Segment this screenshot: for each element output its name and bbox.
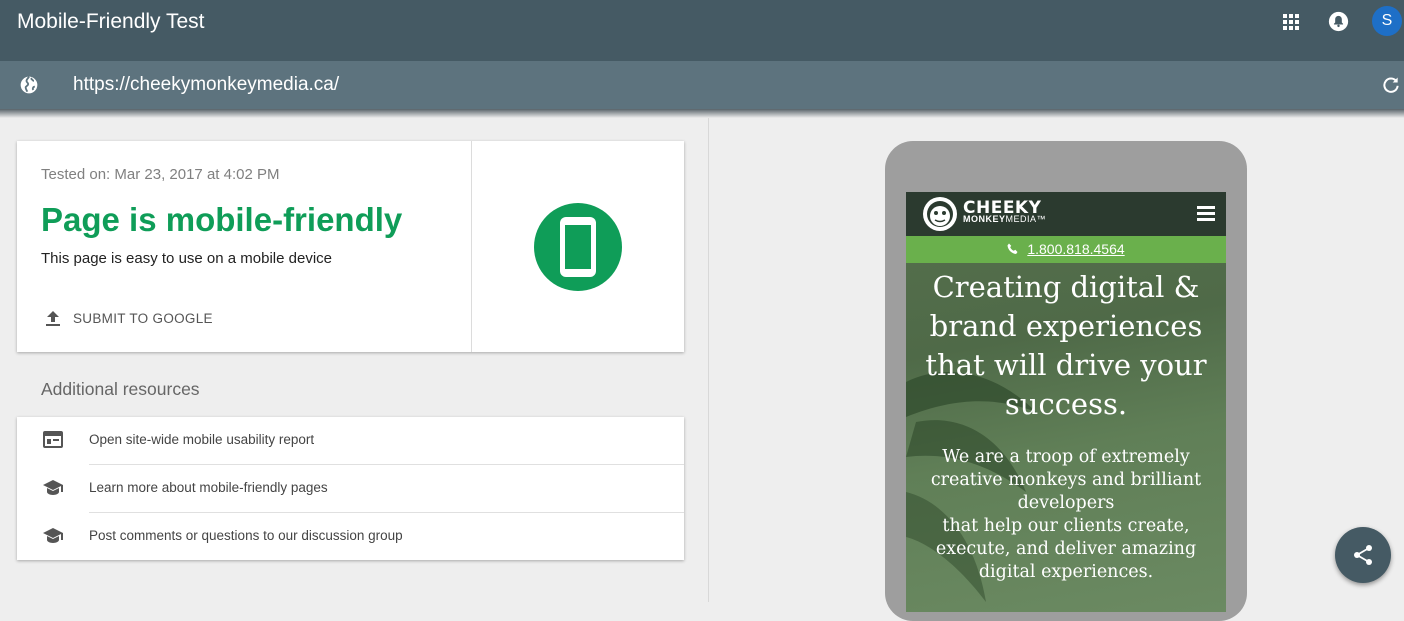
resources-list: Open site-wide mobile usability report L… xyxy=(17,417,684,560)
logo-wordmark-line2: MONKEYMEDIA™ xyxy=(963,214,1046,224)
hero-body: We are a troop of extremely creative mon… xyxy=(916,446,1216,584)
report-icon xyxy=(43,431,63,448)
logo-monkey-text: MONKEY xyxy=(963,214,1006,224)
list-item-label: Learn more about mobile-friendly pages xyxy=(89,480,328,495)
share-icon xyxy=(1354,545,1372,565)
apps-grid-icon[interactable] xyxy=(1283,14,1299,30)
tested-on-timestamp: Tested on: Mar 23, 2017 at 4:02 PM xyxy=(41,166,280,183)
submit-to-google-button[interactable]: SUBMIT TO GOOGLE xyxy=(41,307,213,331)
globe-icon xyxy=(20,76,38,94)
mobile-friendly-badge xyxy=(534,203,622,291)
list-item-learn-more[interactable]: Learn more about mobile-friendly pages xyxy=(17,465,684,513)
upload-icon xyxy=(46,311,60,326)
logo-media-text: MEDIA xyxy=(1005,214,1037,224)
notifications-icon[interactable] xyxy=(1328,11,1349,32)
school-icon xyxy=(43,528,63,543)
app-title: Mobile-Friendly Test xyxy=(17,10,205,33)
share-button[interactable] xyxy=(1335,527,1391,583)
card-divider xyxy=(471,141,472,352)
phone-number-bar: 1.800.818.4564 xyxy=(906,236,1226,263)
verdict-heading: Page is mobile-friendly xyxy=(41,201,403,238)
account-avatar[interactable]: S xyxy=(1372,6,1402,36)
site-header: CHEEKY MONKEYMEDIA™ xyxy=(906,192,1226,236)
hamburger-menu-icon[interactable] xyxy=(1197,206,1215,222)
verdict-description: This page is easy to use on a mobile dev… xyxy=(41,250,332,267)
reload-icon[interactable] xyxy=(1381,75,1401,95)
app-bar: Mobile-Friendly Test xyxy=(0,0,1404,61)
smartphone-icon xyxy=(560,217,596,277)
list-item-usability-report[interactable]: Open site-wide mobile usability report xyxy=(17,417,684,465)
list-item-discussion-group[interactable]: Post comments or questions to our discus… xyxy=(17,513,684,561)
phone-number-link[interactable]: 1.800.818.4564 xyxy=(1027,241,1124,257)
hero-title: Creating digital & brand experiences tha… xyxy=(925,270,1207,421)
school-icon xyxy=(43,480,63,495)
list-item-label: Open site-wide mobile usability report xyxy=(89,432,315,447)
url-input[interactable] xyxy=(73,72,1273,98)
hero-body-line-2: that help our clients create, execute, a… xyxy=(935,516,1197,582)
panel-divider xyxy=(708,118,709,602)
list-item-label: Post comments or questions to our discus… xyxy=(89,528,403,543)
hero-body-line-1: We are a troop of extremely creative mon… xyxy=(930,447,1202,513)
additional-resources-heading: Additional resources xyxy=(41,379,200,399)
submit-label: SUBMIT TO GOOGLE xyxy=(73,311,213,326)
monkey-logo-icon xyxy=(923,197,957,231)
logo-trademark: ™ xyxy=(1036,214,1047,224)
phone-preview-screen: CHEEKY MONKEYMEDIA™ 1.800.818.4564 Creat… xyxy=(906,192,1226,612)
phone-icon xyxy=(1007,243,1018,254)
url-bar-shadow xyxy=(0,109,1404,118)
